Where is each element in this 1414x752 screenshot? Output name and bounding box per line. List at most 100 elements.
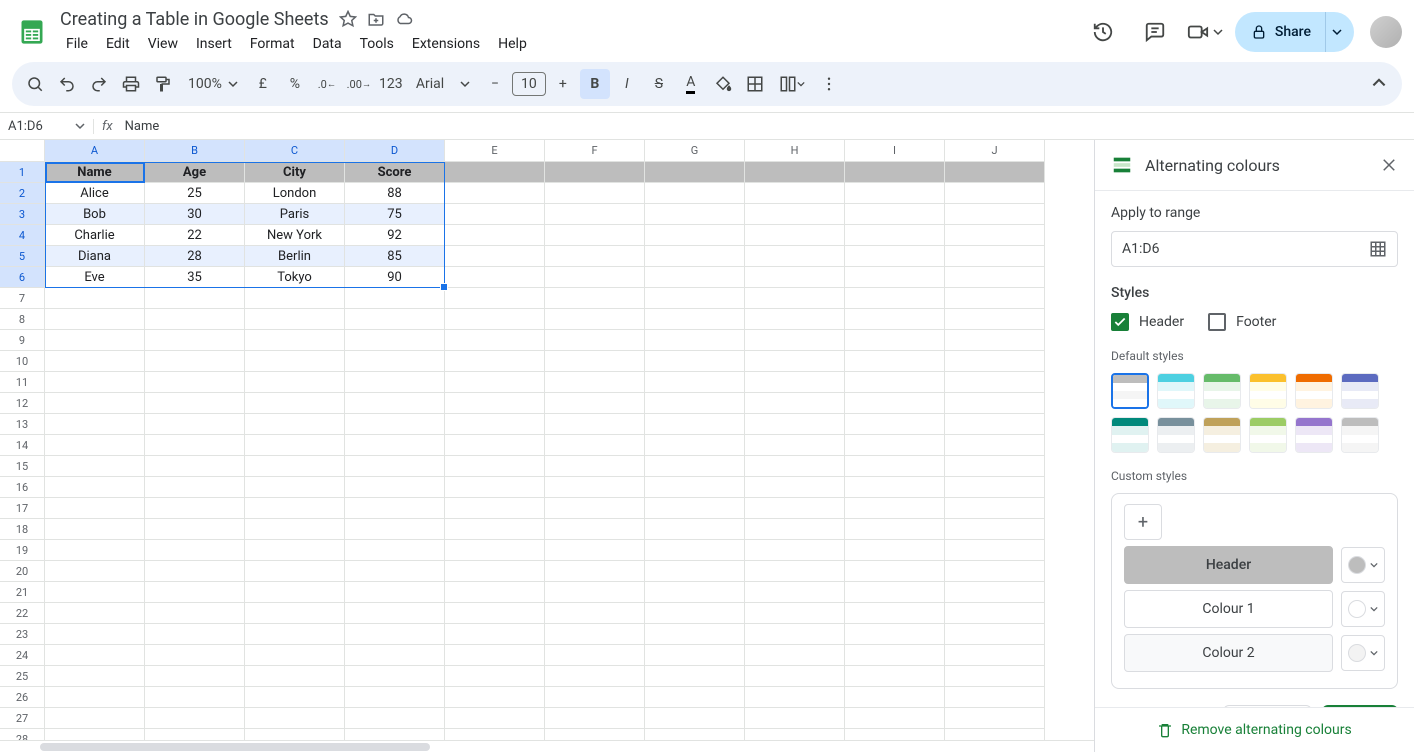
cell[interactable]	[245, 624, 345, 645]
cell[interactable]	[645, 414, 745, 435]
cell[interactable]	[345, 624, 445, 645]
cell[interactable]	[845, 498, 945, 519]
cell[interactable]	[745, 456, 845, 477]
cell[interactable]: 25	[145, 183, 245, 204]
cell[interactable]	[645, 645, 745, 666]
cell[interactable]	[445, 372, 545, 393]
cell[interactable]	[145, 477, 245, 498]
cell[interactable]	[45, 351, 145, 372]
cell[interactable]: Paris	[245, 204, 345, 225]
cell[interactable]	[945, 729, 1045, 740]
cell[interactable]	[945, 624, 1045, 645]
cell[interactable]	[545, 267, 645, 288]
cell[interactable]	[945, 519, 1045, 540]
cell[interactable]	[245, 540, 345, 561]
cell[interactable]	[345, 477, 445, 498]
cell[interactable]	[545, 666, 645, 687]
row-header[interactable]: 27	[0, 708, 45, 729]
cell[interactable]	[945, 225, 1045, 246]
style-swatch[interactable]	[1203, 373, 1241, 409]
col-header-J[interactable]: J	[945, 140, 1045, 162]
cell[interactable]	[245, 708, 345, 729]
cell[interactable]	[845, 246, 945, 267]
cell[interactable]	[745, 372, 845, 393]
cell[interactable]	[645, 456, 745, 477]
row-header[interactable]: 11	[0, 372, 45, 393]
cell[interactable]	[245, 393, 345, 414]
cell[interactable]	[745, 225, 845, 246]
cell[interactable]	[245, 645, 345, 666]
cell[interactable]	[445, 582, 545, 603]
cell[interactable]	[545, 330, 645, 351]
cell[interactable]	[345, 519, 445, 540]
cell[interactable]	[445, 225, 545, 246]
cell[interactable]	[445, 288, 545, 309]
cell[interactable]	[645, 225, 745, 246]
redo-icon[interactable]	[84, 69, 114, 99]
select-all-corner[interactable]	[0, 140, 45, 162]
row-header[interactable]: 10	[0, 351, 45, 372]
cell[interactable]	[545, 162, 645, 183]
cell[interactable]	[945, 645, 1045, 666]
cell[interactable]	[545, 309, 645, 330]
collapse-toolbar-icon[interactable]	[1364, 69, 1394, 99]
cell[interactable]	[745, 582, 845, 603]
cell[interactable]	[645, 372, 745, 393]
cell[interactable]	[745, 288, 845, 309]
cell[interactable]	[845, 519, 945, 540]
cell[interactable]	[645, 246, 745, 267]
cell[interactable]	[645, 435, 745, 456]
cell[interactable]	[845, 183, 945, 204]
cell[interactable]: 35	[145, 267, 245, 288]
cell[interactable]	[445, 414, 545, 435]
footer-checkbox[interactable]: Footer	[1208, 313, 1276, 331]
cell[interactable]	[145, 456, 245, 477]
menu-format[interactable]: Format	[242, 32, 303, 56]
cell[interactable]	[745, 246, 845, 267]
row-header[interactable]: 28	[0, 729, 45, 740]
cell[interactable]	[345, 330, 445, 351]
row-header[interactable]: 17	[0, 498, 45, 519]
cell[interactable]: Charlie	[45, 225, 145, 246]
cell[interactable]	[745, 519, 845, 540]
cell[interactable]	[645, 603, 745, 624]
cell[interactable]	[645, 540, 745, 561]
selection-handle[interactable]	[440, 283, 448, 291]
cell[interactable]	[945, 666, 1045, 687]
row-header[interactable]: 20	[0, 561, 45, 582]
font-size-input[interactable]	[512, 72, 546, 96]
cells-area[interactable]: NameAgeCityScoreAlice25London88Bob30Pari…	[45, 162, 1045, 740]
cell[interactable]	[745, 267, 845, 288]
cell[interactable]	[345, 435, 445, 456]
font-size-inc[interactable]: +	[548, 69, 578, 99]
cell[interactable]	[545, 414, 645, 435]
col-header-I[interactable]: I	[845, 140, 945, 162]
sheets-logo[interactable]	[12, 12, 52, 52]
cell[interactable]	[445, 456, 545, 477]
cell[interactable]	[545, 561, 645, 582]
cell[interactable]	[445, 519, 545, 540]
cell[interactable]	[245, 288, 345, 309]
cell[interactable]: New York	[245, 225, 345, 246]
cell[interactable]	[145, 498, 245, 519]
cell[interactable]	[45, 435, 145, 456]
header-checkbox[interactable]: Header	[1111, 313, 1184, 331]
cell[interactable]	[45, 645, 145, 666]
dec-decimal-button[interactable]: .0←	[312, 69, 342, 99]
star-icon[interactable]	[339, 10, 357, 28]
currency-button[interactable]: £	[248, 69, 278, 99]
row-header[interactable]: 26	[0, 687, 45, 708]
cell[interactable]: London	[245, 183, 345, 204]
cell[interactable]	[645, 519, 745, 540]
cell[interactable]	[745, 162, 845, 183]
cloud-status-icon[interactable]	[395, 10, 413, 28]
style-swatch[interactable]	[1249, 373, 1287, 409]
cell[interactable]	[945, 456, 1045, 477]
cell[interactable]	[45, 729, 145, 740]
merge-button[interactable]	[772, 69, 812, 99]
cell[interactable]	[445, 435, 545, 456]
cell[interactable]	[845, 267, 945, 288]
bold-button[interactable]: B	[580, 69, 610, 99]
row-header[interactable]: 13	[0, 414, 45, 435]
cell[interactable]	[845, 288, 945, 309]
